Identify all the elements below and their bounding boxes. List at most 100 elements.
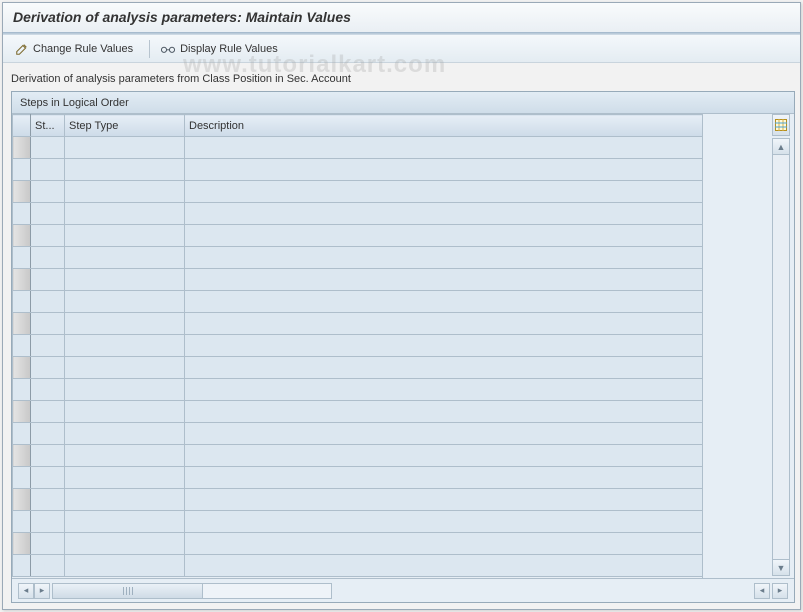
cell-desc[interactable] [185, 511, 703, 533]
cell-desc[interactable] [185, 357, 703, 379]
cell-st[interactable] [31, 269, 65, 291]
vertical-scrollbar[interactable]: ▲ ▼ [772, 138, 790, 576]
cell-type[interactable] [65, 489, 185, 511]
cell-desc[interactable] [185, 467, 703, 489]
cell-type[interactable] [65, 159, 185, 181]
row-selector[interactable] [13, 335, 31, 357]
cell-desc[interactable] [185, 247, 703, 269]
row-selector[interactable] [13, 313, 31, 335]
col-header-type[interactable]: Step Type [65, 115, 185, 137]
display-rule-values-button[interactable]: Display Rule Values [154, 39, 284, 59]
cell-desc[interactable] [185, 159, 703, 181]
row-selector[interactable] [13, 423, 31, 445]
row-selector-header[interactable] [13, 115, 31, 137]
table-row[interactable] [13, 203, 703, 225]
cell-desc[interactable] [185, 313, 703, 335]
configure-columns-button[interactable] [772, 114, 790, 136]
cell-st[interactable] [31, 291, 65, 313]
h-scroll-thumb[interactable] [53, 584, 203, 598]
cell-type[interactable] [65, 533, 185, 555]
cell-st[interactable] [31, 467, 65, 489]
cell-type[interactable] [65, 247, 185, 269]
row-selector[interactable] [13, 159, 31, 181]
row-selector[interactable] [13, 137, 31, 159]
row-selector[interactable] [13, 467, 31, 489]
h-scroll-track[interactable] [52, 583, 332, 599]
cell-st[interactable] [31, 137, 65, 159]
cell-type[interactable] [65, 269, 185, 291]
table-row[interactable] [13, 291, 703, 313]
row-selector[interactable] [13, 555, 31, 577]
row-selector[interactable] [13, 489, 31, 511]
table-row[interactable] [13, 489, 703, 511]
cell-type[interactable] [65, 357, 185, 379]
cell-st[interactable] [31, 379, 65, 401]
row-selector[interactable] [13, 203, 31, 225]
table-row[interactable] [13, 313, 703, 335]
cell-desc[interactable] [185, 445, 703, 467]
col-header-st[interactable]: St... [31, 115, 65, 137]
row-selector[interactable] [13, 247, 31, 269]
table-row[interactable] [13, 159, 703, 181]
table-row[interactable] [13, 181, 703, 203]
cell-desc[interactable] [185, 533, 703, 555]
cell-desc[interactable] [185, 181, 703, 203]
cell-st[interactable] [31, 511, 65, 533]
cell-st[interactable] [31, 203, 65, 225]
row-selector[interactable] [13, 511, 31, 533]
row-selector[interactable] [13, 291, 31, 313]
row-selector[interactable] [13, 379, 31, 401]
cell-st[interactable] [31, 159, 65, 181]
cell-type[interactable] [65, 203, 185, 225]
table-row[interactable] [13, 357, 703, 379]
row-selector[interactable] [13, 269, 31, 291]
table-row[interactable] [13, 511, 703, 533]
cell-type[interactable] [65, 379, 185, 401]
scroll-left-button[interactable]: ▸ [34, 583, 50, 599]
row-selector[interactable] [13, 533, 31, 555]
cell-desc[interactable] [185, 423, 703, 445]
cell-st[interactable] [31, 247, 65, 269]
cell-st[interactable] [31, 335, 65, 357]
scroll-first-button[interactable]: ◂ [18, 583, 34, 599]
cell-desc[interactable] [185, 137, 703, 159]
cell-type[interactable] [65, 445, 185, 467]
cell-type[interactable] [65, 225, 185, 247]
cell-type[interactable] [65, 291, 185, 313]
cell-desc[interactable] [185, 291, 703, 313]
table-row[interactable] [13, 247, 703, 269]
row-selector[interactable] [13, 445, 31, 467]
cell-st[interactable] [31, 313, 65, 335]
cell-type[interactable] [65, 423, 185, 445]
cell-type[interactable] [65, 181, 185, 203]
change-rule-values-button[interactable]: Change Rule Values [9, 39, 139, 59]
cell-desc[interactable] [185, 555, 703, 577]
table-row[interactable] [13, 467, 703, 489]
table-row[interactable] [13, 269, 703, 291]
scroll-right-button[interactable]: ◂ [754, 583, 770, 599]
table-row[interactable] [13, 555, 703, 577]
cell-st[interactable] [31, 445, 65, 467]
cell-st[interactable] [31, 555, 65, 577]
row-selector[interactable] [13, 401, 31, 423]
table-row[interactable] [13, 445, 703, 467]
cell-st[interactable] [31, 423, 65, 445]
scroll-up-icon[interactable]: ▲ [773, 139, 789, 155]
row-selector[interactable] [13, 225, 31, 247]
cell-type[interactable] [65, 137, 185, 159]
cell-type[interactable] [65, 555, 185, 577]
table-row[interactable] [13, 401, 703, 423]
table-row[interactable] [13, 423, 703, 445]
row-selector[interactable] [13, 357, 31, 379]
cell-desc[interactable] [185, 489, 703, 511]
cell-st[interactable] [31, 489, 65, 511]
cell-desc[interactable] [185, 379, 703, 401]
cell-st[interactable] [31, 401, 65, 423]
cell-st[interactable] [31, 225, 65, 247]
row-selector[interactable] [13, 181, 31, 203]
cell-desc[interactable] [185, 225, 703, 247]
cell-type[interactable] [65, 335, 185, 357]
cell-type[interactable] [65, 511, 185, 533]
table-row[interactable] [13, 335, 703, 357]
cell-desc[interactable] [185, 269, 703, 291]
